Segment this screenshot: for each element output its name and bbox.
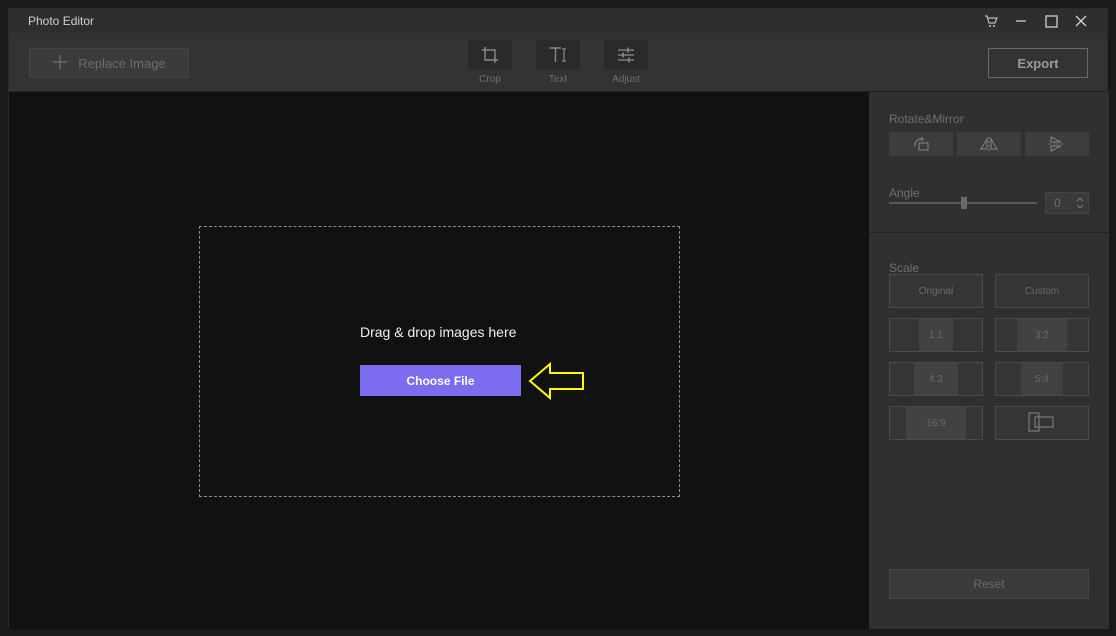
flip-horizontal-icon[interactable]	[957, 132, 1021, 156]
export-button[interactable]: Export	[988, 48, 1088, 78]
rotate-mirror-label: Rotate&Mirror	[889, 112, 964, 126]
scale-4-3-button[interactable]: 4:3	[889, 362, 983, 396]
tool-crop-label: Crop	[479, 74, 501, 85]
rotate-icon[interactable]	[889, 132, 953, 156]
title-bar: Photo Editor	[9, 9, 1107, 33]
scale-original-button[interactable]: Original	[889, 274, 983, 308]
reset-button[interactable]: Reset	[889, 569, 1089, 599]
scale-5-4-label: 5:4	[1035, 373, 1049, 385]
ratio-preview: 4:3	[914, 363, 958, 395]
drop-zone[interactable]: Drag & drop images here Choose File	[199, 226, 680, 497]
scale-original-label: Original	[918, 285, 954, 297]
tool-crop[interactable]: Crop	[468, 40, 512, 85]
tool-text-label: Text	[548, 74, 568, 85]
replace-image-label: Replace Image	[78, 55, 166, 71]
ratio-preview: 16:9	[906, 407, 966, 439]
text-icon[interactable]	[536, 40, 580, 70]
scale-3-2-button[interactable]: 3:2	[995, 318, 1089, 352]
drop-instructions: Drag & drop images here	[360, 324, 517, 340]
angle-slider[interactable]	[889, 197, 1037, 209]
close-icon[interactable]	[1071, 11, 1091, 31]
scale-1-1-label: 1:1	[929, 329, 943, 341]
toolbar: Replace Image Crop Text Adjust Export	[9, 33, 1107, 92]
angle-value: 0	[1054, 196, 1061, 210]
scale-options: Original Custom 1:1 3:2 4:3 5:4 16:9	[889, 274, 1089, 440]
tool-text[interactable]: Text	[536, 40, 580, 85]
tool-adjust-label: Adjust	[612, 74, 640, 85]
tool-adjust[interactable]: Adjust	[604, 40, 648, 85]
window-controls	[981, 11, 1091, 31]
scale-4-3-label: 4:3	[929, 373, 943, 385]
canvas-area: Drag & drop images here Choose File	[9, 92, 869, 629]
cart-icon[interactable]	[981, 11, 1001, 31]
scale-1-1-button[interactable]: 1:1	[889, 318, 983, 352]
scale-16-9-button[interactable]: 16:9	[889, 406, 983, 440]
side-panel: Rotate&Mirror Angle 0 Scale Original Cus…	[869, 92, 1109, 629]
scale-label: Scale	[889, 261, 920, 275]
scale-16-9-label: 16:9	[926, 417, 946, 429]
ratio-preview: 1:1	[919, 319, 953, 351]
maximize-icon[interactable]	[1041, 11, 1061, 31]
spinner-arrows-icon[interactable]	[1076, 196, 1084, 213]
plus-icon	[52, 54, 68, 73]
flip-vertical-icon[interactable]	[1025, 132, 1089, 156]
ratio-preview: 5:4	[1021, 363, 1063, 395]
scale-3-2-label: 3:2	[1035, 329, 1049, 341]
rotate-mirror-buttons	[889, 132, 1089, 156]
minimize-icon[interactable]	[1011, 11, 1031, 31]
orientation-swap-icon	[1027, 411, 1057, 436]
adjust-sliders-icon[interactable]	[604, 40, 648, 70]
panel-divider	[869, 232, 1109, 233]
crop-icon[interactable]	[468, 40, 512, 70]
choose-file-button[interactable]: Choose File	[360, 365, 521, 396]
photo-editor-window: Photo Editor Replace Image Crop Text Adj…	[8, 8, 1109, 629]
scale-custom-button[interactable]: Custom	[995, 274, 1089, 308]
replace-image-button[interactable]: Replace Image	[29, 48, 189, 78]
angle-input[interactable]: 0	[1045, 192, 1089, 214]
orientation-toggle-button[interactable]	[995, 406, 1089, 440]
ratio-preview: 3:2	[1017, 319, 1067, 351]
scale-custom-label: Custom	[1024, 285, 1060, 297]
arrow-left-icon	[528, 361, 586, 406]
angle-label: Angle	[889, 186, 920, 200]
scale-5-4-button[interactable]: 5:4	[995, 362, 1089, 396]
angle-slider-thumb[interactable]	[961, 197, 967, 209]
window-title: Photo Editor	[28, 14, 95, 28]
edit-tools: Crop Text Adjust	[468, 40, 648, 85]
